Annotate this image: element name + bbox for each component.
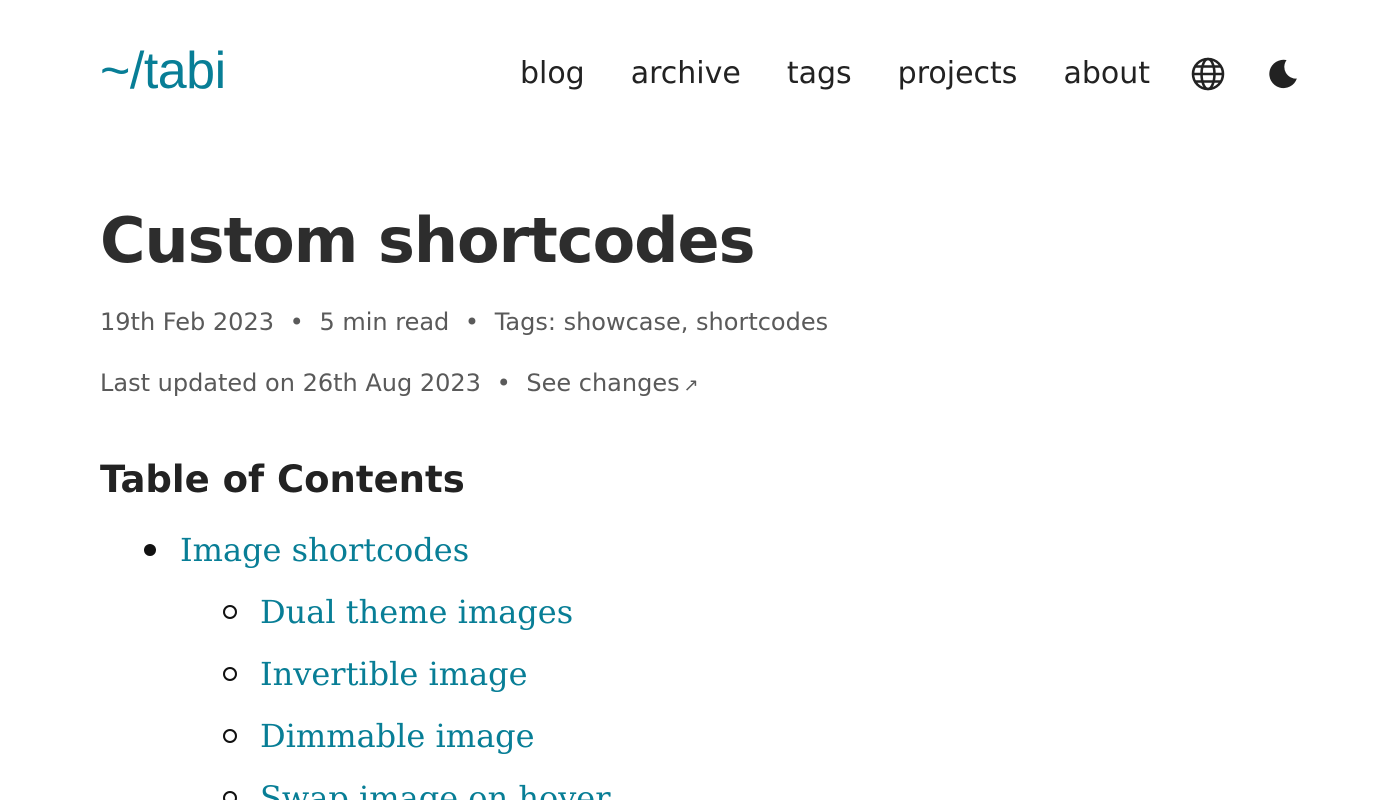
nav-tags[interactable]: tags xyxy=(787,59,852,89)
toc-heading: Table of Contents xyxy=(100,457,465,501)
toc-link-dimmable-image[interactable]: Dimmable image xyxy=(260,717,535,755)
main-nav: blog archive tags projects about xyxy=(520,56,1300,92)
nav-projects[interactable]: projects xyxy=(898,59,1018,89)
toc-link-invertible-image[interactable]: Invertible image xyxy=(260,655,528,693)
separator-dot: • xyxy=(464,308,480,337)
toc-link-dual-theme-images[interactable]: Dual theme images xyxy=(260,593,573,631)
toc-item: Dimmable image xyxy=(100,705,1300,767)
nav-about[interactable]: about xyxy=(1063,59,1150,89)
tag-link-showcase[interactable]: showcase xyxy=(564,308,681,336)
nav-archive[interactable]: archive xyxy=(631,59,741,89)
moon-icon[interactable] xyxy=(1266,57,1300,91)
separator-dot: • xyxy=(289,308,304,337)
post-date: 19th Feb 2023 xyxy=(100,308,274,337)
hollow-bullet-icon xyxy=(223,666,237,681)
toc-item: Swap image on hover xyxy=(100,767,1300,800)
tags-label: Tags: xyxy=(494,308,556,337)
separator-dot: • xyxy=(496,369,511,398)
tag-link-shortcodes[interactable]: shortcodes xyxy=(696,308,828,336)
toc-item: Image shortcodes xyxy=(100,519,1300,581)
hollow-bullet-icon xyxy=(223,790,237,800)
toc-link-swap-image-on-hover[interactable]: Swap image on hover xyxy=(260,779,611,800)
toc-item: Dual theme images xyxy=(100,581,1300,643)
hollow-bullet-icon xyxy=(223,604,237,619)
page-title: Custom shortcodes xyxy=(100,204,756,277)
external-link-icon: ↗ xyxy=(683,375,699,397)
filled-bullet-icon xyxy=(144,543,156,556)
post-meta: 19th Feb 2023 • 5 min read • Tags: showc… xyxy=(100,308,1300,337)
site-header: ~/tabi blog archive tags projects about xyxy=(100,36,1300,106)
main-content: Custom shortcodes 19th Feb 2023 • 5 min … xyxy=(100,205,1300,800)
post-updated: Last updated on 26th Aug 2023 • See chan… xyxy=(100,369,1300,398)
read-time: 5 min read xyxy=(319,308,450,337)
globe-icon[interactable] xyxy=(1190,56,1226,92)
see-changes-link[interactable]: See changes ↗ xyxy=(526,369,698,397)
nav-blog[interactable]: blog xyxy=(520,59,585,89)
tag-comma: , xyxy=(680,308,697,337)
toc-link-image-shortcodes[interactable]: Image shortcodes xyxy=(180,531,469,569)
see-changes-label: See changes xyxy=(526,369,680,398)
hollow-bullet-icon xyxy=(223,728,237,743)
toc-list: Image shortcodes Dual theme images Inver… xyxy=(100,519,1300,800)
toc-item: Invertible image xyxy=(100,643,1300,705)
last-updated: Last updated on 26th Aug 2023 xyxy=(100,369,481,398)
site-logo[interactable]: ~/tabi xyxy=(100,45,226,97)
